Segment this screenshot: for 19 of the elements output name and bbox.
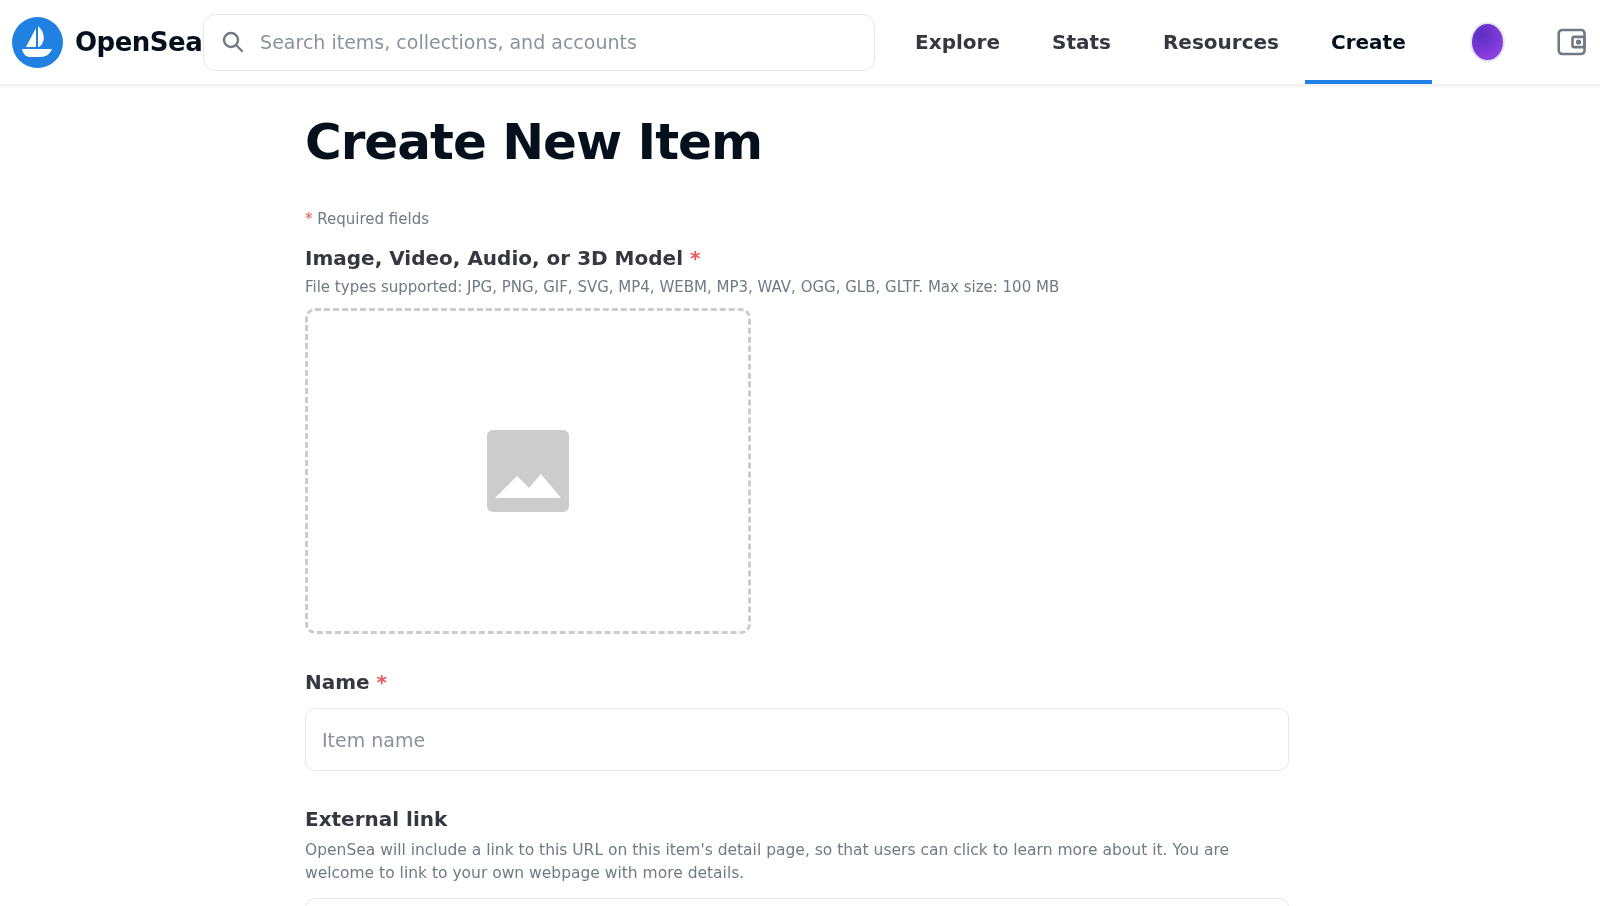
search-field[interactable]: Search items, collections, and accounts (203, 13, 876, 71)
sailboat-logo-icon[interactable] (12, 16, 63, 68)
wallet-icon[interactable] (1556, 26, 1586, 58)
file-types-hint: File types supported: JPG, PNG, GIF, SVG, MP4, WEBM, MP3, WAV, OGG, GLB, GLTF. Max size: 100 MB (305, 278, 1061, 296)
brand-name[interactable]: OpenSea (75, 27, 203, 57)
nav-tab[interactable]: Explore (889, 0, 1026, 84)
name-field[interactable]: Item name (305, 708, 1289, 771)
page-title: Create New Item (305, 112, 764, 173)
search-icon (221, 29, 246, 54)
avatar[interactable] (1469, 22, 1505, 62)
image-placeholder-icon (487, 430, 569, 512)
external-link-description: OpenSea will include a link to this URL on this item's detail page, so that users can click to learn more about it. You are welcome to link to your own webpage with more details. (305, 840, 1231, 884)
required-fields-note: * Required fields (305, 210, 430, 228)
nav-tab[interactable]: Stats (1026, 0, 1137, 84)
nav-tab[interactable]: Resources (1136, 0, 1305, 84)
external-link-label: External link (305, 807, 449, 831)
name-label: Name * (305, 670, 389, 694)
nav-tab[interactable]: Create (1305, 0, 1432, 84)
media-label: Image, Video, Audio, or 3D Model * (305, 246, 702, 270)
